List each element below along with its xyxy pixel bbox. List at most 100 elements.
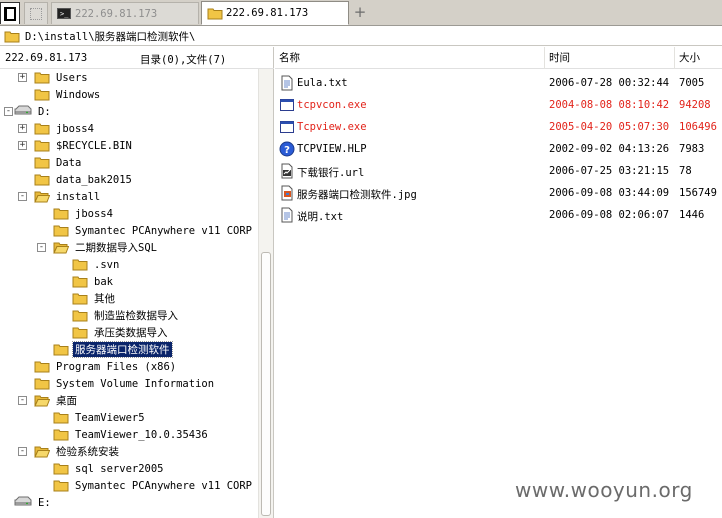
file-size: 94208 — [679, 99, 711, 111]
expand-icon[interactable]: + — [18, 73, 27, 82]
tree-node[interactable]: sql server2005 — [53, 460, 166, 477]
open-folder-icon — [34, 190, 50, 203]
terminal-icon: >_ — [57, 8, 71, 19]
tree-node[interactable]: - 检验系统安装 — [18, 443, 121, 460]
tab-panel[interactable] — [0, 2, 20, 24]
folder-icon — [53, 411, 69, 424]
file-time: 2005-04-20 05:07:30 — [549, 121, 670, 133]
file-row[interactable]: 下载银行.url 2006-07-25 03:21:15 78 — [275, 160, 722, 182]
tab-terminal[interactable]: >_ 222.69.81.173 — [51, 2, 199, 24]
tree-node[interactable]: Windows — [34, 86, 102, 103]
help-file-icon: ? — [279, 141, 295, 157]
svg-text:?: ? — [284, 145, 290, 156]
tree-node-label: 制造监检数据导入 — [94, 310, 178, 322]
tree-node-label: Users — [56, 71, 88, 84]
new-tab-button[interactable]: + — [352, 4, 368, 20]
tree-node[interactable]: 其他 — [72, 290, 117, 307]
tree-node[interactable]: TeamViewer_10.0.35436 — [53, 426, 210, 443]
column-headers: 名称 时间 大小 — [275, 47, 722, 69]
file-row[interactable]: Eula.txt 2006-07-28 00:32:44 7005 — [275, 72, 722, 94]
column-time[interactable]: 时间 — [545, 47, 675, 69]
scrollbar-thumb[interactable] — [261, 252, 271, 516]
file-name: 下载银行.url — [297, 167, 365, 179]
tree-node-label: 检验系统安装 — [56, 446, 119, 458]
tree-node[interactable]: System Volume Information — [34, 375, 216, 392]
expand-icon[interactable]: + — [18, 124, 27, 133]
tree-node[interactable]: - install — [18, 188, 102, 205]
tree-node-label: Symantec PCAnywhere v11 CORP — [75, 224, 253, 237]
tree-node-label: jboss4 — [75, 207, 113, 220]
tree-node-label: jboss4 — [56, 122, 94, 135]
file-row[interactable]: ? TCPVIEW.HLP 2002-09-02 04:13:26 7983 — [275, 138, 722, 160]
tree-node[interactable]: Program Files (x86) — [34, 358, 178, 375]
tree-node[interactable]: Data — [34, 154, 83, 171]
text-file-icon — [279, 75, 295, 91]
folder-icon — [72, 309, 88, 322]
tab-label: 222.69.81.173 — [75, 7, 158, 20]
file-row[interactable]: Tcpview.exe 2005-04-20 05:07:30 106496 — [275, 116, 722, 138]
image-file-icon — [279, 185, 295, 201]
tree-node[interactable]: TeamViewer5 — [53, 409, 147, 426]
tree-node[interactable]: 服务器端口检测软件 — [53, 341, 173, 358]
file-row[interactable]: 服务器端口检测软件.jpg 2006-09-08 03:44:09 156749 — [275, 182, 722, 204]
tab-blank[interactable] — [24, 2, 48, 24]
collapse-icon[interactable]: - — [18, 192, 27, 201]
tree-node-label: D: — [38, 105, 51, 118]
tab-explorer[interactable]: 222.69.81.173 — [201, 1, 349, 25]
tree-node-label: 服务器端口检测软件 — [72, 341, 173, 358]
tree-node[interactable]: + jboss4 — [18, 120, 96, 137]
blank-tab-icon — [30, 7, 42, 20]
tree-node[interactable]: E: — [14, 494, 53, 511]
tree-node-label: Program Files (x86) — [56, 360, 177, 373]
file-time: 2006-09-08 03:44:09 — [549, 187, 670, 199]
tree-node[interactable]: + $RECYCLE.BIN — [18, 137, 134, 154]
tree-node-label: 桌面 — [56, 395, 77, 407]
folder-icon — [53, 207, 69, 220]
tree-node-label: 其他 — [94, 293, 115, 305]
tree-node[interactable]: .svn — [72, 256, 121, 273]
tree-node[interactable]: - D: — [4, 103, 53, 120]
url-file-icon — [279, 163, 295, 179]
column-size[interactable]: 大小 — [675, 47, 722, 69]
file-size: 78 — [679, 165, 692, 177]
tree-node[interactable]: - 二期数据导入SQL — [37, 239, 159, 256]
tree-node-label: 承压类数据导入 — [94, 327, 168, 339]
expand-icon[interactable]: + — [18, 141, 27, 150]
tree-node-label: TeamViewer5 — [75, 411, 145, 424]
file-time: 2006-07-28 00:32:44 — [549, 77, 670, 89]
tree-node[interactable]: 承压类数据导入 — [72, 324, 170, 341]
folder-icon — [207, 7, 223, 20]
collapse-icon[interactable]: - — [18, 396, 27, 405]
tree-scrollbar[interactable] — [258, 69, 273, 518]
tree-node[interactable]: bak — [72, 273, 115, 290]
folder-icon — [53, 224, 69, 237]
file-time: 2004-08-08 08:10:42 — [549, 99, 670, 111]
column-name[interactable]: 名称 — [275, 47, 545, 69]
tree-node[interactable]: + Users — [18, 69, 90, 86]
collapse-icon[interactable]: - — [18, 447, 27, 456]
tree-node-label: bak — [94, 275, 113, 288]
collapse-icon[interactable]: - — [4, 107, 13, 116]
tree-node[interactable]: Symantec PCAnywhere v11 CORP — [53, 477, 254, 494]
folder-icon — [34, 88, 50, 101]
tree-node-label: Windows — [56, 88, 101, 101]
address-bar[interactable]: D:\install\服务器端口检测软件\ — [0, 27, 722, 46]
file-name: 服务器端口检测软件.jpg — [297, 189, 417, 201]
tree-node[interactable]: data_bak2015 — [34, 171, 134, 188]
folder-tree: + Users Windows - D: + jboss4 + $RECYCLE.BIN Data… — [0, 69, 258, 518]
panel-icon — [4, 6, 16, 21]
tab-label: 222.69.81.173 — [226, 7, 309, 19]
plus-icon: + — [353, 3, 367, 21]
tree-node[interactable]: jboss4 — [53, 205, 115, 222]
tree-node[interactable]: 制造监检数据导入 — [72, 307, 180, 324]
file-row[interactable]: tcpvcon.exe 2004-08-08 08:10:42 94208 — [275, 94, 722, 116]
tree-node-label: E: — [38, 496, 51, 509]
open-folder-icon — [34, 445, 50, 458]
file-name: tcpvcon.exe — [297, 99, 367, 111]
collapse-icon[interactable]: - — [37, 243, 46, 252]
tree-node[interactable]: - 桌面 — [18, 392, 79, 409]
tree-node[interactable]: Symantec PCAnywhere v11 CORP — [53, 222, 254, 239]
folder-icon — [34, 139, 50, 152]
file-row[interactable]: 说明.txt 2006-09-08 02:06:07 1446 — [275, 204, 722, 226]
folder-icon — [72, 275, 88, 288]
